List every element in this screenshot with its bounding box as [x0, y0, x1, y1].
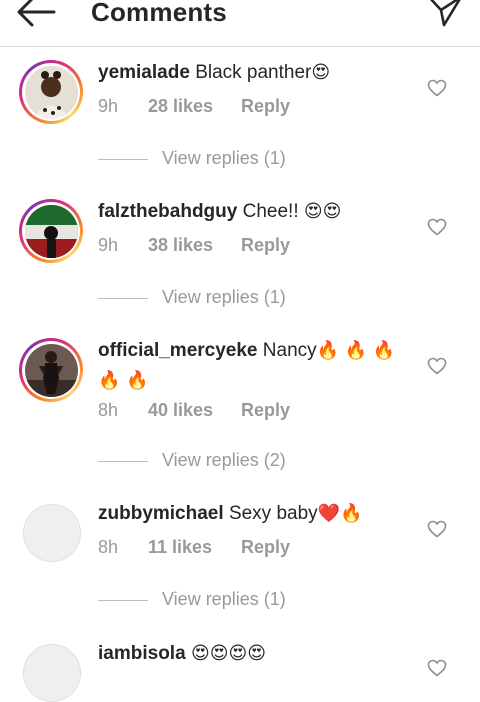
- comment-text: yemialade Black panther😍: [98, 58, 408, 88]
- view-replies-link[interactable]: View replies (1): [162, 148, 286, 169]
- page-title: Comments: [91, 0, 227, 27]
- divider-line: [98, 600, 148, 601]
- comment-emojis: 😍😍😍😍: [190, 643, 266, 664]
- comment-username[interactable]: official_mercyeke: [98, 340, 258, 361]
- likes-count[interactable]: 11 likes: [148, 537, 212, 558]
- comment-body: Sexy baby: [228, 503, 318, 524]
- comment-emojis-line2: 🔥 🔥: [98, 370, 149, 391]
- likes-count[interactable]: 40 likes: [148, 400, 213, 421]
- comment-body: Chee!!: [242, 201, 299, 222]
- avatar[interactable]: [23, 504, 81, 562]
- comment-text: iambisola 😍😍😍😍: [98, 639, 408, 669]
- avatar-photo: [24, 65, 78, 119]
- avatar[interactable]: [19, 338, 83, 402]
- like-heart-icon[interactable]: [427, 357, 447, 375]
- avatar[interactable]: [19, 60, 83, 124]
- comment-emojis: ❤️🔥: [317, 503, 363, 524]
- comment-text: zubbymichael Sexy baby❤️🔥: [98, 499, 408, 529]
- comment-time: 8h: [98, 400, 119, 420]
- comment-username[interactable]: falzthebahdguy: [98, 201, 237, 222]
- back-arrow-icon[interactable]: [14, 0, 56, 30]
- divider-line: [98, 159, 148, 160]
- comment-username[interactable]: yemialade: [98, 62, 190, 83]
- view-replies-link[interactable]: View replies (1): [162, 589, 286, 610]
- comment-body: Black panther: [195, 62, 312, 83]
- likes-count[interactable]: 28 likes: [148, 96, 213, 117]
- reply-button[interactable]: Reply: [241, 96, 290, 117]
- comment-username[interactable]: zubbymichael: [98, 503, 224, 524]
- comment-text: official_mercyeke Nancy🔥 🔥 🔥 🔥 🔥: [98, 336, 408, 396]
- comment-time: 9h: [98, 96, 119, 116]
- like-heart-icon[interactable]: [427, 79, 447, 97]
- likes-count[interactable]: 38 likes: [148, 235, 213, 256]
- view-replies-link[interactable]: View replies (1): [162, 287, 286, 308]
- comment-username[interactable]: iambisola: [98, 643, 186, 664]
- like-heart-icon[interactable]: [427, 520, 447, 538]
- comment-emojis: 🔥 🔥 🔥: [316, 340, 396, 361]
- reply-button[interactable]: Reply: [241, 235, 290, 256]
- divider-line: [98, 461, 148, 462]
- avatar[interactable]: [23, 644, 81, 702]
- comment-emojis: 😍😍: [303, 201, 342, 222]
- comment-time: 9h: [98, 235, 119, 255]
- avatar-photo: [24, 204, 78, 258]
- comment-body: Nancy: [262, 340, 317, 361]
- reply-button[interactable]: Reply: [241, 400, 290, 421]
- header-bar: Comments: [0, 0, 480, 47]
- send-icon[interactable]: [426, 0, 464, 28]
- divider-line: [98, 298, 148, 299]
- reply-button[interactable]: Reply: [241, 537, 290, 558]
- comment-emojis: 😍: [311, 62, 331, 83]
- avatar[interactable]: [19, 199, 83, 263]
- like-heart-icon[interactable]: [427, 218, 447, 236]
- comment-time: 8h: [98, 537, 119, 557]
- view-replies-link[interactable]: View replies (2): [162, 450, 286, 471]
- comment-text: falzthebahdguy Chee!! 😍😍: [98, 197, 408, 227]
- avatar-photo: [24, 343, 78, 397]
- like-heart-icon[interactable]: [427, 659, 447, 677]
